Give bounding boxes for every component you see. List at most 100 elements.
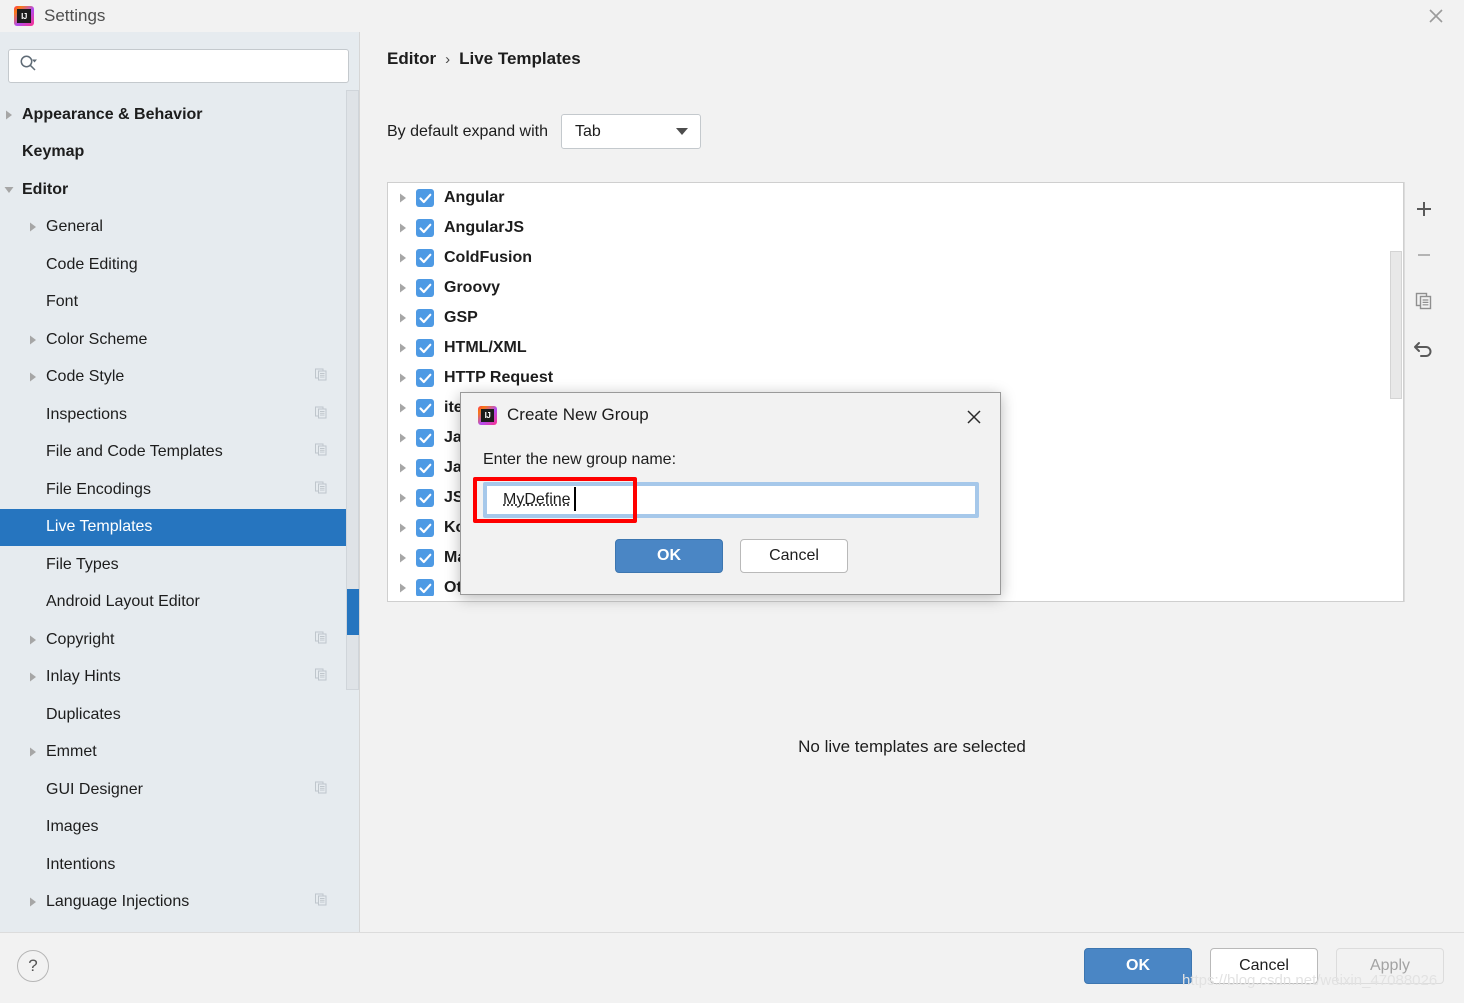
chevron-right-icon[interactable] bbox=[24, 220, 42, 234]
list-scrollbar-track[interactable] bbox=[1389, 183, 1403, 601]
search-input[interactable] bbox=[42, 50, 348, 82]
sidebar-item-duplicates[interactable]: Duplicates bbox=[0, 696, 352, 734]
template-group-checkbox[interactable] bbox=[416, 189, 434, 207]
sidebar-item-emmet[interactable]: Emmet bbox=[0, 734, 352, 772]
sidebar-item-code-editing[interactable]: Code Editing bbox=[0, 246, 352, 284]
template-group-row[interactable]: HTML/XML bbox=[388, 333, 1403, 363]
template-group-label: HTML/XML bbox=[444, 339, 527, 356]
template-group-checkbox[interactable] bbox=[416, 339, 434, 357]
template-group-row[interactable]: GSP bbox=[388, 303, 1403, 333]
sidebar-item-inlay-hints[interactable]: Inlay Hints bbox=[0, 659, 352, 697]
chevron-right-icon[interactable] bbox=[396, 551, 410, 565]
sidebar-item-gui-designer[interactable]: GUI Designer bbox=[0, 771, 352, 809]
sidebar-item-copyright[interactable]: Copyright bbox=[0, 621, 352, 659]
template-group-row[interactable]: AngularJS bbox=[388, 213, 1403, 243]
copy-settings-icon bbox=[314, 405, 328, 424]
sidebar-item-label: Live Templates bbox=[46, 518, 153, 536]
template-group-checkbox[interactable] bbox=[416, 309, 434, 327]
sidebar-item-code-style[interactable]: Code Style bbox=[0, 359, 352, 397]
chevron-right-icon[interactable] bbox=[396, 311, 410, 325]
sidebar-scrollbar-track[interactable] bbox=[346, 90, 360, 690]
sidebar-item-file-types[interactable]: File Types bbox=[0, 546, 352, 584]
sidebar-item-appearance-behavior[interactable]: Appearance & Behavior bbox=[0, 96, 352, 134]
breadcrumb-parent[interactable]: Editor bbox=[387, 49, 436, 69]
apply-button: Apply bbox=[1336, 948, 1444, 984]
group-name-input[interactable] bbox=[487, 486, 975, 514]
sidebar-item-live-templates[interactable]: Live Templates bbox=[0, 508, 352, 546]
chevron-right-icon[interactable] bbox=[396, 521, 410, 535]
chevron-right-icon[interactable] bbox=[396, 401, 410, 415]
template-group-checkbox[interactable] bbox=[416, 399, 434, 417]
cancel-button[interactable]: Cancel bbox=[1210, 948, 1318, 984]
settings-tree: Appearance & Behavior Keymap Editor General… bbox=[0, 96, 352, 921]
dialog-close-icon[interactable] bbox=[961, 404, 987, 430]
sidebar-item-label: Code Style bbox=[46, 368, 125, 386]
expand-with-select[interactable]: Tab bbox=[561, 114, 701, 149]
sidebar-item-label: Inlay Hints bbox=[46, 668, 121, 686]
sidebar-item-label: Font bbox=[46, 293, 79, 311]
template-group-checkbox[interactable] bbox=[416, 459, 434, 477]
template-group-checkbox[interactable] bbox=[416, 249, 434, 267]
chevron-right-icon[interactable] bbox=[24, 745, 42, 759]
chevron-down-icon[interactable] bbox=[0, 183, 18, 197]
chevron-right-icon[interactable] bbox=[396, 371, 410, 385]
list-horizontal-scrollbar[interactable] bbox=[388, 596, 1403, 601]
template-group-row[interactable]: HTTP Request bbox=[388, 363, 1403, 393]
template-group-checkbox[interactable] bbox=[416, 549, 434, 567]
sidebar-item-images[interactable]: Images bbox=[0, 809, 352, 847]
help-button[interactable]: ? bbox=[17, 950, 49, 982]
title-bar: IJ Settings bbox=[0, 0, 1464, 32]
sidebar-item-general[interactable]: General bbox=[0, 209, 352, 247]
chevron-right-icon[interactable] bbox=[396, 221, 410, 235]
chevron-right-icon[interactable] bbox=[396, 461, 410, 475]
template-group-checkbox[interactable] bbox=[416, 519, 434, 537]
sidebar-item-file-and-code-templates[interactable]: File and Code Templates bbox=[0, 434, 352, 472]
template-group-checkbox[interactable] bbox=[416, 279, 434, 297]
template-group-checkbox[interactable] bbox=[416, 429, 434, 447]
sidebar-item-android-layout-editor[interactable]: Android Layout Editor bbox=[0, 584, 352, 622]
copy-template-button[interactable] bbox=[1410, 287, 1438, 315]
template-group-checkbox[interactable] bbox=[416, 219, 434, 237]
remove-template-button[interactable] bbox=[1410, 241, 1438, 269]
chevron-right-icon[interactable] bbox=[396, 491, 410, 505]
ok-button[interactable]: OK bbox=[1084, 948, 1192, 984]
template-group-row[interactable]: ColdFusion bbox=[388, 243, 1403, 273]
chevron-right-icon[interactable] bbox=[396, 581, 410, 595]
template-group-label: HTTP Request bbox=[444, 369, 554, 386]
chevron-right-icon[interactable] bbox=[0, 108, 18, 122]
chevron-right-icon[interactable] bbox=[24, 370, 42, 384]
sidebar-item-intentions[interactable]: Intentions bbox=[0, 846, 352, 884]
sidebar-item-keymap[interactable]: Keymap bbox=[0, 134, 352, 172]
revert-template-button[interactable] bbox=[1410, 333, 1438, 361]
chevron-right-icon[interactable] bbox=[24, 670, 42, 684]
search-box[interactable] bbox=[8, 49, 349, 83]
chevron-right-icon[interactable] bbox=[396, 251, 410, 265]
sidebar-item-label: File Encodings bbox=[46, 480, 151, 498]
template-group-label: ColdFusion bbox=[444, 249, 532, 266]
sidebar-item-file-encodings[interactable]: File Encodings bbox=[0, 471, 352, 509]
sidebar-item-inspections[interactable]: Inspections bbox=[0, 396, 352, 434]
chevron-right-icon[interactable] bbox=[24, 633, 42, 647]
sidebar-item-color-scheme[interactable]: Color Scheme bbox=[0, 321, 352, 359]
chevron-right-icon[interactable] bbox=[396, 281, 410, 295]
chevron-right-icon[interactable] bbox=[396, 341, 410, 355]
add-template-button[interactable] bbox=[1410, 195, 1438, 223]
template-group-row[interactable]: Angular bbox=[388, 183, 1403, 213]
template-group-row[interactable]: Groovy bbox=[388, 273, 1403, 303]
sidebar-item-editor[interactable]: Editor bbox=[0, 171, 352, 209]
template-group-checkbox[interactable] bbox=[416, 489, 434, 507]
copy-settings-icon bbox=[314, 893, 328, 912]
template-group-checkbox[interactable] bbox=[416, 369, 434, 387]
dialog-intellij-logo-icon: IJ bbox=[478, 405, 497, 425]
list-scrollbar-thumb[interactable] bbox=[1390, 251, 1402, 399]
close-icon[interactable] bbox=[1408, 0, 1464, 32]
template-group-checkbox[interactable] bbox=[416, 579, 434, 597]
dialog-ok-button[interactable]: OK bbox=[615, 539, 723, 573]
chevron-right-icon[interactable] bbox=[24, 333, 42, 347]
chevron-right-icon[interactable] bbox=[396, 431, 410, 445]
chevron-right-icon[interactable] bbox=[396, 191, 410, 205]
dialog-cancel-button[interactable]: Cancel bbox=[740, 539, 848, 573]
sidebar-item-font[interactable]: Font bbox=[0, 284, 352, 322]
sidebar-item-language-injections[interactable]: Language Injections bbox=[0, 884, 352, 922]
chevron-right-icon[interactable] bbox=[24, 895, 42, 909]
